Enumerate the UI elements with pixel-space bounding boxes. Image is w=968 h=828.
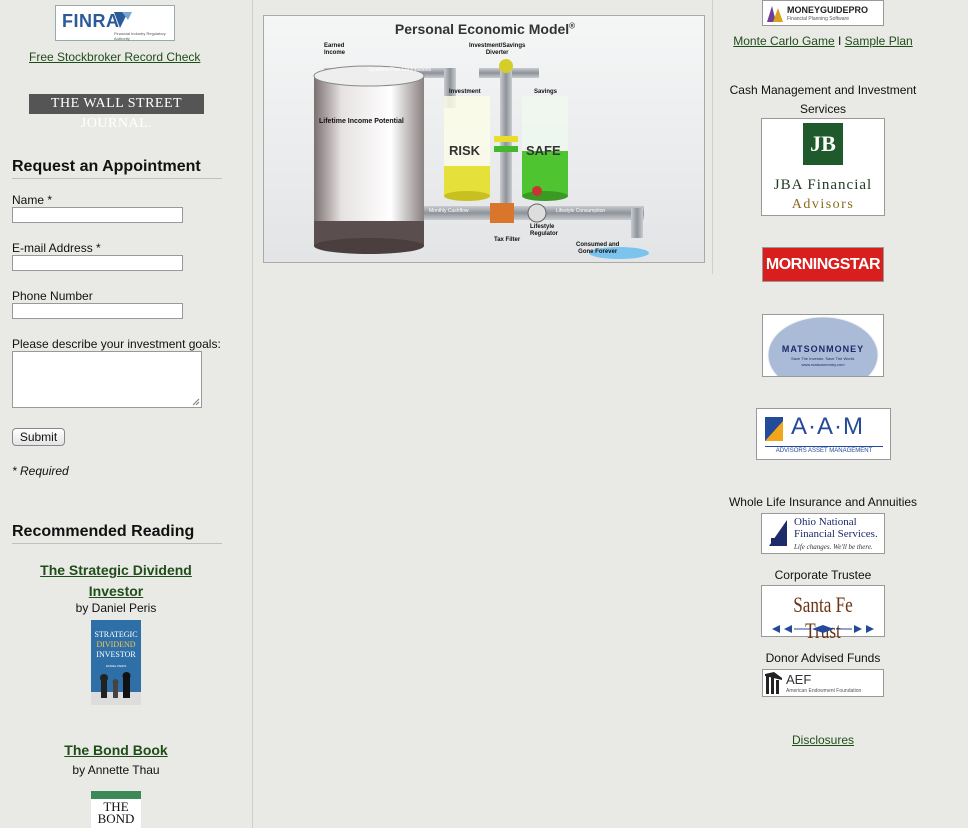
morningstar-logo[interactable]: MORNINGSTAR: [762, 247, 884, 282]
mgp-logo-text: MONEYGUIDEPRO: [787, 5, 869, 15]
phone-label: Phone Number: [12, 289, 93, 303]
trustee-heading: Corporate Trustee: [774, 568, 872, 582]
stockbroker-check-link[interactable]: Free Stockbroker Record Check: [29, 50, 200, 64]
email-input[interactable]: [12, 255, 183, 271]
right-sidebar: MONEYGUIDEPRO Financial Planning Softwar…: [713, 0, 968, 828]
matson-name: MATSONMONEY: [781, 344, 865, 354]
divider: [12, 543, 222, 544]
reading-heading: Recommended Reading: [12, 523, 195, 540]
diagram-label: Earned Income: [324, 43, 346, 56]
mgp-logo-sub: Financial Planning Software: [787, 16, 849, 22]
cover-text: INVESTOR: [96, 650, 136, 659]
book-title-line1: The Strategic Dividend: [40, 562, 192, 578]
goals-label: Please describe your investment goals:: [12, 337, 221, 351]
book-title-link[interactable]: The Bond Book: [16, 742, 216, 758]
aam-sub: ADVISORS ASSET MANAGEMENT: [765, 446, 883, 454]
cover-text: DIVIDEND: [96, 640, 136, 649]
submit-button[interactable]: Submit: [12, 428, 65, 446]
diagram-label: Tax Filter: [494, 237, 521, 243]
aef-mark: AEF: [786, 672, 812, 687]
diagram-label: Investment/Savings Diverter: [469, 43, 526, 56]
aef-sub: American Endowment Foundation: [786, 688, 862, 694]
cash-management-heading: Cash Management and Investment Services: [729, 83, 917, 116]
cover-text: BOND: [97, 811, 135, 826]
required-note: * Required: [12, 464, 69, 478]
donor-heading: Donor Advised Funds: [765, 651, 881, 665]
planning-links: Monte Carlo Game I Sample Plan: [713, 34, 933, 48]
matson-money-logo[interactable]: MATSONMONEY Save The Investor. Save The …: [762, 314, 884, 377]
insurance-heading: Whole Life Insurance and Annuities: [728, 495, 918, 509]
aam-logo[interactable]: A·A·M ADVISORS ASSET MANAGEMENT: [756, 408, 891, 460]
diagram-label: Lifetime Income Potential: [319, 118, 404, 125]
ohio-mark-icon: [769, 520, 787, 546]
cover-text: DANIEL PERIS: [105, 664, 127, 668]
cover-text: STRATEGIC: [94, 630, 138, 639]
jba-text: JBA Financial: [773, 177, 873, 193]
sample-plan-link[interactable]: Sample Plan: [845, 34, 913, 48]
disclosures-link[interactable]: Disclosures: [713, 733, 933, 747]
main-content: Personal Economic Model® Earned Income Q…: [253, 0, 712, 828]
diagram-label: Consumed and Gone Forever: [576, 242, 620, 255]
resize-handle-icon[interactable]: [192, 398, 200, 406]
name-input[interactable]: [12, 207, 183, 223]
book-cover[interactable]: THE BOND: [91, 791, 141, 828]
ohio-tag: Life changes. We'll be there.: [794, 543, 873, 551]
pattern-icon: [772, 625, 874, 633]
diagram-label: RISK: [449, 143, 481, 158]
diagram-label: Monthly Cashflow: [429, 208, 469, 214]
divider: [12, 178, 222, 179]
ohio-national-logo[interactable]: Ohio National Financial Services. Life c…: [761, 513, 885, 554]
aam-mark-icon: [765, 417, 783, 441]
jba-mark: JB: [803, 123, 843, 165]
left-sidebar: FINRA Financial Industry Regulatory Auth…: [0, 0, 252, 828]
wsj-logo[interactable]: THE WALL STREET JOURNAL.: [29, 94, 204, 131]
book-title-link[interactable]: The Strategic Dividend Investor: [16, 560, 216, 602]
aef-building-icon: [765, 672, 782, 694]
diagram-label: SAFE: [526, 143, 561, 158]
economic-model-diagram: Personal Economic Model® Earned Income Q…: [263, 15, 705, 263]
diagram-label: Lifestyle Regulator: [530, 224, 559, 237]
santa-fe-trust-logo[interactable]: Santa Fe Trust: [761, 585, 885, 643]
goals-textarea[interactable]: [12, 351, 202, 408]
finra-logo[interactable]: FINRA Financial Industry Regulatory Auth…: [55, 5, 175, 41]
finra-logo-text: FINRA: [62, 11, 120, 31]
appointment-heading: Request an Appointment: [12, 158, 201, 175]
aef-logo[interactable]: AEF American Endowment Foundation: [762, 669, 884, 697]
ohio-name: Ohio National Financial Services.: [794, 516, 878, 540]
diagram-label: Lifestyle Consumption: [556, 208, 606, 214]
book-author: by Annette Thau: [72, 763, 160, 777]
finra-logo-sub: Financial Industry Regulatory Authority: [114, 31, 166, 41]
jba-financial-logo[interactable]: JB JBA Financial Advisors: [761, 118, 885, 216]
mgp-mark-icon: [767, 6, 783, 22]
chess-pieces-icon: [91, 672, 141, 705]
matson-url: www.matsonmoney.com: [801, 362, 845, 367]
book-cover[interactable]: STRATEGIC DIVIDEND INVESTOR DANIEL PERIS: [91, 620, 141, 705]
santa-fe-name: Santa Fe Trust: [793, 592, 853, 643]
aam-mark: A·A·M: [791, 413, 864, 440]
moneyguidepro-logo[interactable]: MONEYGUIDEPRO Financial Planning Softwar…: [762, 0, 884, 26]
name-label: Name *: [12, 193, 53, 207]
diagram-label: Qualified Plan Contributions: [369, 67, 431, 73]
monte-carlo-link[interactable]: Monte Carlo Game: [733, 34, 834, 48]
email-label: E-mail Address *: [12, 241, 101, 255]
jba-text: Advisors: [791, 197, 855, 212]
diagram-label: Savings: [534, 89, 558, 95]
matson-tag: Save The Investor. Save The World.: [790, 356, 856, 361]
diagram-label: Investment: [449, 89, 481, 95]
book-author: by Daniel Peris: [75, 601, 157, 615]
link-separator: I: [837, 34, 842, 48]
book-title-line2: Investor: [88, 583, 144, 599]
phone-input[interactable]: [12, 303, 183, 319]
